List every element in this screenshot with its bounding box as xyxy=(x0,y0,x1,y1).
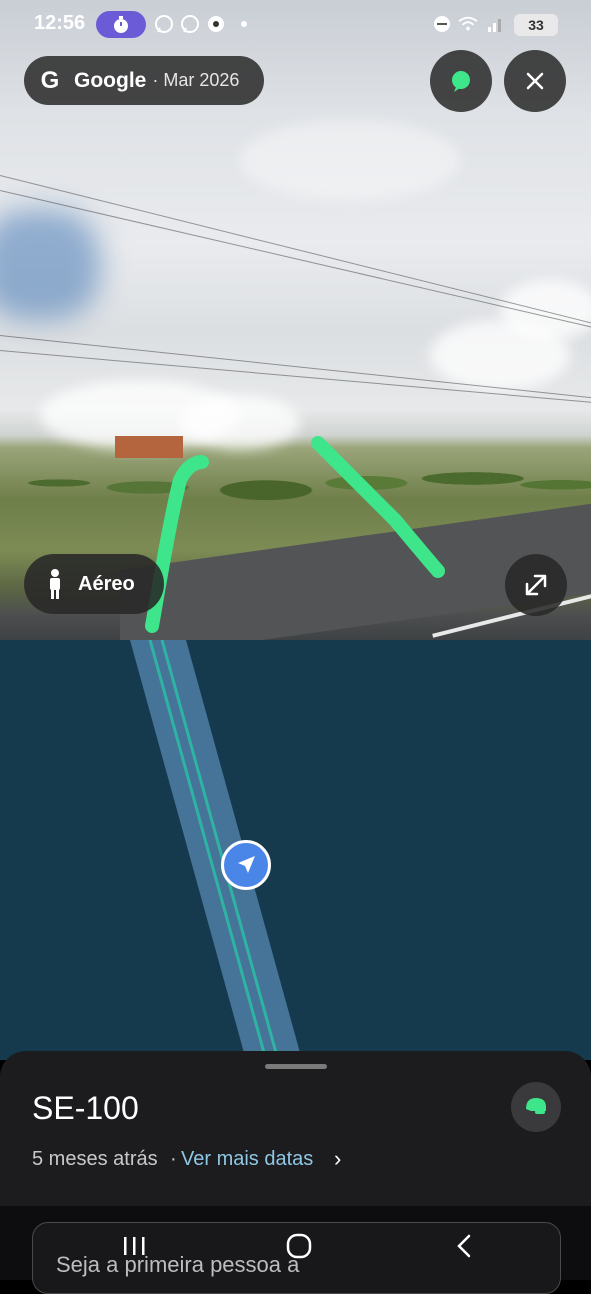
recent-apps-button[interactable] xyxy=(114,1230,154,1262)
chevron-right-icon[interactable]: › xyxy=(334,1146,341,1172)
chat-bubble-icon xyxy=(452,71,470,92)
green-stroke-left xyxy=(145,455,209,633)
contributor-badge-button[interactable] xyxy=(511,1082,561,1132)
aerial-view-label: Aéreo xyxy=(78,572,135,595)
location-heading-marker[interactable] xyxy=(221,840,271,890)
capture-age: 5 meses atrás xyxy=(32,1148,158,1170)
soccer-ball-icon xyxy=(206,14,226,34)
helmet-icon xyxy=(526,1098,546,1114)
status-bar: 12:56 33 xyxy=(0,0,591,48)
battery-icon: 33 xyxy=(514,14,558,36)
whatsapp-icon xyxy=(154,14,174,34)
fullscreen-button[interactable] xyxy=(505,554,567,616)
comment-placeholder: Seja a primeira pessoa a xyxy=(56,1252,300,1277)
close-icon xyxy=(526,72,544,90)
back-button[interactable] xyxy=(444,1230,484,1262)
aerial-view-button[interactable]: Aéreo xyxy=(24,554,164,614)
back-icon xyxy=(457,1234,471,1258)
more-dates-link[interactable]: Ver mais datas xyxy=(181,1148,313,1171)
navigation-arrow-icon xyxy=(238,856,255,873)
close-button[interactable] xyxy=(504,50,566,112)
do-not-disturb-icon xyxy=(432,14,452,34)
dot-icon xyxy=(234,14,254,34)
pegman-icon xyxy=(50,569,60,599)
timer-icon xyxy=(96,11,146,38)
wifi-icon xyxy=(458,14,478,34)
green-stroke-right xyxy=(311,436,445,578)
sheet-drag-handle[interactable] xyxy=(265,1064,327,1069)
home-button[interactable] xyxy=(279,1230,319,1262)
status-time: 12:56 xyxy=(34,12,86,34)
comment-button[interactable] xyxy=(430,50,492,112)
signal-icon xyxy=(486,14,506,34)
whatsapp-icon xyxy=(180,14,200,34)
imagery-date: · Mar 2026 xyxy=(152,70,240,90)
google-g-icon: G xyxy=(40,66,60,94)
imagery-info-pill[interactable]: G Google · Mar 2026 xyxy=(24,56,264,105)
map-view[interactable] xyxy=(0,640,591,1060)
home-icon xyxy=(286,1233,312,1259)
provider-name: Google xyxy=(74,68,147,92)
map-road xyxy=(130,640,302,1060)
place-title: SE-100 xyxy=(32,1090,139,1126)
meta-separator: · xyxy=(170,1148,177,1170)
recent-apps-icon xyxy=(124,1237,145,1255)
expand-icon xyxy=(525,574,547,596)
